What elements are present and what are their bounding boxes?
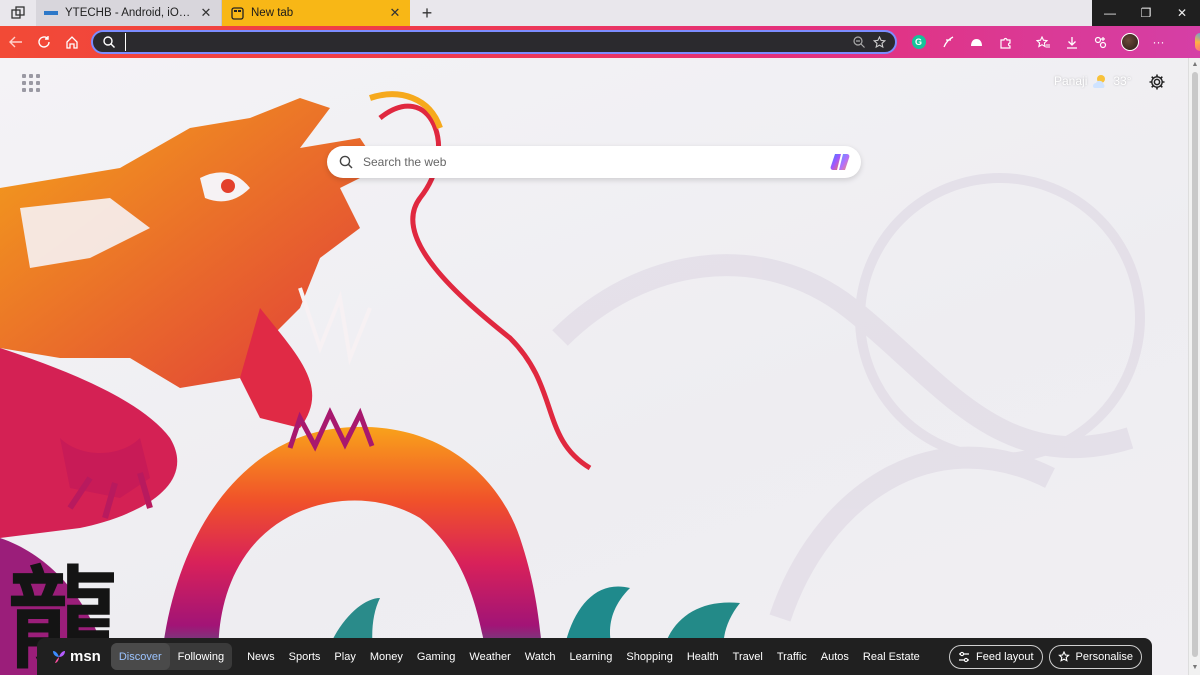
msn-logo-text: msn [70, 648, 101, 665]
browser-essentials-icon [1094, 36, 1107, 48]
tab-following[interactable]: Following [170, 643, 232, 670]
extensions-row: G ··· [904, 30, 1200, 54]
sliders-icon [959, 651, 970, 662]
personalise-button[interactable]: Personalise [1048, 644, 1142, 669]
extensions-button[interactable] [991, 30, 1020, 54]
page-scrollbar[interactable]: ▲ ▼ [1188, 58, 1200, 675]
tab-title: YTECHB - Android, iOS, Wallpapers [65, 7, 192, 19]
category-watch[interactable]: Watch [518, 651, 563, 663]
favorites-button[interactable] [1028, 30, 1057, 54]
category-learning[interactable]: Learning [563, 651, 620, 663]
category-health[interactable]: Health [680, 651, 726, 663]
new-tab-favicon-icon [230, 6, 244, 20]
star-icon[interactable] [869, 35, 889, 49]
ytechb-favicon-icon [44, 6, 58, 20]
copilot-sidebar-button[interactable] [1189, 30, 1200, 54]
tab-new-tab[interactable]: New tab ✕ [222, 0, 410, 26]
category-gaming[interactable]: Gaming [410, 651, 463, 663]
zoom-icon[interactable] [849, 36, 869, 48]
refresh-button[interactable] [30, 28, 58, 56]
tab-ytechb[interactable]: YTECHB - Android, iOS, Wallpapers ✕ [36, 0, 222, 26]
plus-icon: + [421, 2, 433, 23]
sparkle-star-icon [1057, 650, 1070, 662]
browser-essentials-button[interactable] [1086, 30, 1115, 54]
tab-strip: YTECHB - Android, iOS, Wallpapers ✕ New … [0, 0, 1200, 26]
msn-feed-bar: msn Discover Following News Sports Play … [37, 638, 1152, 675]
new-tab-button[interactable]: + [414, 0, 440, 26]
category-autos[interactable]: Autos [814, 651, 856, 663]
profile-button[interactable] [1115, 30, 1144, 54]
feed-actions: Feed layout Personalise [949, 644, 1142, 669]
scroll-up-icon[interactable]: ▲ [1189, 59, 1200, 71]
category-traffic[interactable]: Traffic [770, 651, 814, 663]
grammarly-button[interactable]: G [904, 30, 933, 54]
copilot-icon[interactable] [829, 151, 851, 173]
copilot-icon [1194, 33, 1200, 51]
refresh-icon [38, 36, 50, 48]
new-tab-page: 龍 Panaji 33° msn Discover Following New [0, 58, 1188, 675]
category-news[interactable]: News [240, 651, 282, 663]
weather-widget[interactable]: Panaji 33° [1054, 73, 1132, 89]
weather-location: Panaji [1054, 74, 1088, 88]
category-real-estate[interactable]: Real Estate [856, 651, 927, 663]
feed-layout-button[interactable]: Feed layout [949, 644, 1043, 669]
weather-temperature: 33° [1113, 74, 1132, 88]
web-search-box[interactable] [327, 146, 861, 178]
personalise-label: Personalise [1075, 650, 1133, 663]
tab-title: New tab [251, 7, 294, 19]
feather-icon [942, 36, 953, 48]
grammarly-icon: G [911, 35, 926, 49]
favorites-icon [1035, 35, 1050, 48]
page-settings-button[interactable] [1148, 73, 1166, 91]
category-shopping[interactable]: Shopping [619, 651, 680, 663]
feed-layout-label: Feed layout [976, 650, 1034, 663]
feed-tabs: Discover Following [110, 643, 233, 670]
browser-toolbar: G ··· [0, 26, 1200, 58]
apps-grid-icon [22, 74, 26, 78]
msn-logo[interactable]: msn [51, 648, 101, 665]
avatar [1120, 33, 1139, 51]
puzzle-icon [1000, 37, 1011, 49]
divider [1020, 30, 1028, 54]
category-play[interactable]: Play [327, 651, 362, 663]
tab-discover[interactable]: Discover [110, 643, 170, 670]
address-bar[interactable] [91, 30, 897, 54]
maximize-button[interactable]: ❐ [1128, 0, 1164, 26]
tab-close-icon[interactable]: ✕ [388, 5, 402, 21]
more-button[interactable]: ··· [1144, 30, 1173, 54]
partly-cloudy-icon [1093, 75, 1106, 88]
window-controls: — ❐ ✕ [1092, 0, 1200, 26]
extension-button[interactable] [933, 30, 962, 54]
gear-icon [1149, 74, 1165, 90]
search-icon [339, 155, 353, 169]
category-travel[interactable]: Travel [726, 651, 770, 663]
search-icon [99, 36, 119, 48]
downloads-button[interactable] [1057, 30, 1086, 54]
category-sports[interactable]: Sports [282, 651, 328, 663]
home-button[interactable] [58, 28, 86, 56]
web-search-input[interactable] [363, 155, 829, 169]
scroll-thumb[interactable] [1192, 72, 1198, 657]
workspaces-icon [11, 6, 25, 19]
download-icon [1066, 36, 1077, 49]
address-input[interactable] [125, 33, 849, 51]
back-arrow-icon [9, 36, 22, 48]
close-window-button[interactable]: ✕ [1164, 0, 1200, 26]
category-money[interactable]: Money [363, 651, 410, 663]
tab-close-icon[interactable]: ✕ [199, 5, 213, 21]
scroll-down-icon[interactable]: ▼ [1189, 662, 1200, 674]
workspaces-button[interactable] [0, 0, 36, 26]
minimize-button[interactable]: — [1092, 0, 1128, 26]
back-button[interactable] [2, 28, 30, 56]
more-icon: ··· [1152, 35, 1165, 49]
extension-blob-icon [971, 39, 982, 46]
category-weather[interactable]: Weather [462, 651, 517, 663]
extension-button[interactable] [962, 30, 991, 54]
apps-grid-button[interactable] [22, 74, 40, 92]
home-icon [66, 36, 78, 49]
msn-butterfly-icon [53, 650, 65, 663]
